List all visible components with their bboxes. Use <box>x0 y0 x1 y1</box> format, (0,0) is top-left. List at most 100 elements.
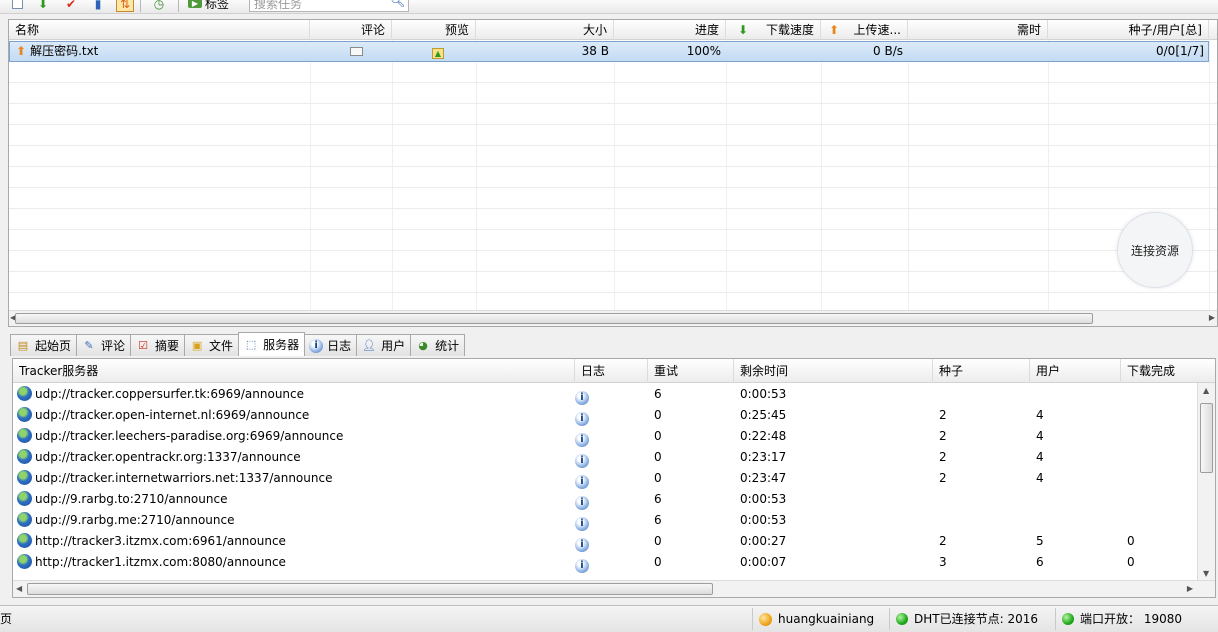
empty-row <box>9 104 1217 125</box>
tracker-row[interactable]: udp://tracker.coppersurfer.tk:6969/annou… <box>13 384 1197 405</box>
copy-icon[interactable]: ▮ <box>89 0 107 12</box>
tracker-row[interactable]: udp://tracker.open-internet.nl:6969/anno… <box>13 405 1197 426</box>
column-header-seeds-peers[interactable]: 种子/用户[总] <box>1048 20 1209 40</box>
column-header-progress[interactable]: 进度 <box>614 20 726 40</box>
tracker-horizontal-scrollbar[interactable]: ◀ ▶ <box>13 580 1215 597</box>
tracker-retry: 6 <box>654 513 662 527</box>
new-task-icon[interactable] <box>8 0 26 12</box>
status-user[interactable]: huangkuainiang <box>752 608 888 630</box>
toolbar-separator <box>178 0 179 12</box>
column-header-preview[interactable]: 预览 <box>392 20 476 40</box>
log-info-icon[interactable]: i <box>569 489 589 510</box>
tracker-retry: 0 <box>654 450 662 464</box>
scroll-thumb[interactable] <box>1200 403 1213 473</box>
scroll-right-icon[interactable]: ▶ <box>1187 584 1193 593</box>
tracker-row[interactable]: udp://tracker.leechers-paradise.org:6969… <box>13 426 1197 447</box>
search-icon[interactable]: 🔍︎ <box>390 0 405 8</box>
tracker-completed <box>1121 468 1127 489</box>
log-info-icon[interactable]: i <box>569 384 589 405</box>
preview-icon[interactable]: ▲ <box>426 42 450 61</box>
empty-row <box>9 272 1217 293</box>
scroll-down-icon[interactable]: ▼ <box>1203 569 1209 578</box>
comment-icon[interactable] <box>344 42 369 61</box>
column-header-seeds[interactable]: 种子 <box>933 359 1030 383</box>
tab-users[interactable]: 👤︎ 用户 <box>356 334 412 356</box>
column-header-name[interactable]: 名称 <box>9 20 310 40</box>
tab-servers[interactable]: ⬚ 服务器 <box>238 332 306 356</box>
tab-start-page[interactable]: ▤ 起始页 <box>10 334 78 356</box>
tracker-seeds <box>933 489 939 510</box>
log-info-icon: i <box>309 338 324 353</box>
tab-summary[interactable]: ☑ 摘要 <box>130 334 186 356</box>
task-list: 名称 评论 预览 大小 进度 ⬇ 下载速度 ⬆ 上传速... 需时 种子/用户[总]… <box>8 19 1218 327</box>
column-header-log[interactable]: 日志 <box>575 359 648 383</box>
log-info-icon[interactable]: i <box>569 552 589 573</box>
task-list-header: 名称 评论 预览 大小 进度 ⬇ 下载速度 ⬆ 上传速... 需时 种子/用户[总] <box>9 20 1217 40</box>
speed-limit-icon[interactable]: ◷ <box>150 0 168 12</box>
tracker-row[interactable]: udp://9.rarbg.to:2710/announce i 6 0:00:… <box>13 489 1197 510</box>
log-info-icon[interactable]: i <box>569 531 589 552</box>
column-header-peers[interactable]: 用户 <box>1030 359 1121 383</box>
column-header-time-left[interactable]: 需时 <box>908 20 1048 40</box>
tracker-row[interactable]: udp://tracker.internetwarriors.net:1337/… <box>13 468 1197 489</box>
tab-statistics[interactable]: ◕ 统计 <box>410 334 466 356</box>
tab-log[interactable]: i 日志 <box>304 334 358 356</box>
tracker-row[interactable]: http://tracker1.itzmx.com:8080/announce … <box>13 552 1197 573</box>
tracker-peers: 4 <box>1036 450 1044 464</box>
tracker-completed <box>1121 426 1127 447</box>
tracker-seeds: 2 <box>939 408 947 422</box>
tag-button[interactable]: ▶ 标签 <box>188 0 229 11</box>
column-header-tracker[interactable]: Tracker服务器 <box>13 359 575 383</box>
scroll-thumb[interactable] <box>27 583 713 595</box>
tracker-remaining: 0:00:53 <box>740 492 787 506</box>
tracker-row[interactable]: udp://tracker.opentrackr.org:1337/announ… <box>13 447 1197 468</box>
detail-tabs: ▤ 起始页 ✎ 评论 ☑ 摘要 ▣ 文件 ⬚ 服务器 i 日志 👤︎ 用户 ◕ 统计 <box>10 332 466 356</box>
task-horizontal-scrollbar[interactable]: ◀ ▶ <box>9 310 1217 326</box>
tracker-completed <box>1121 447 1127 468</box>
globe-icon <box>17 554 32 569</box>
task-size: 38 B <box>581 44 609 58</box>
upload-toggle-icon[interactable]: ⇅ <box>116 0 134 12</box>
column-header-completed[interactable]: 下载完成 <box>1121 359 1215 383</box>
check-icon[interactable]: ✔ <box>62 0 80 12</box>
column-header-download-speed[interactable]: ⬇ 下载速度 <box>726 20 821 40</box>
scroll-left-icon[interactable]: ◀ <box>16 584 22 593</box>
empty-row <box>9 83 1217 104</box>
log-info-icon[interactable]: i <box>569 468 589 489</box>
log-info-icon[interactable]: i <box>569 447 589 468</box>
log-info-icon[interactable]: i <box>569 426 589 447</box>
column-header-retry[interactable]: 重试 <box>648 359 734 383</box>
tracker-url-cell: http://tracker1.itzmx.com:8080/announce <box>13 552 286 573</box>
scroll-thumb[interactable] <box>15 313 1093 324</box>
scroll-up-icon[interactable]: ▲ <box>1203 386 1209 395</box>
column-header-comment[interactable]: 评论 <box>310 20 392 40</box>
tracker-remaining: 0:25:45 <box>740 408 787 422</box>
scroll-right-icon[interactable]: ▶ <box>1209 313 1215 322</box>
tracker-completed <box>1121 405 1127 426</box>
column-header-size[interactable]: 大小 <box>476 20 614 40</box>
tracker-list: Tracker服务器 日志 重试 剩余时间 种子 用户 下载完成 udp://t… <box>12 358 1216 598</box>
tab-comments[interactable]: ✎ 评论 <box>76 334 132 356</box>
column-header-remaining[interactable]: 剩余时间 <box>734 359 933 383</box>
port-status-icon <box>1062 613 1074 625</box>
tracker-retry: 0 <box>654 408 662 422</box>
column-header-upload-speed[interactable]: ⬆ 上传速... <box>821 20 908 40</box>
tracker-seeds <box>933 384 939 405</box>
start-download-icon[interactable]: ⬇ <box>34 0 52 12</box>
task-row[interactable]: ⬆ 解压密码.txt ▲ 38 B 100% 0 B/s 0/0[1/7] <box>9 41 1209 62</box>
empty-row <box>9 125 1217 146</box>
statistics-icon: ◕ <box>418 339 428 352</box>
tracker-row[interactable]: udp://9.rarbg.me:2710/announce i 6 0:00:… <box>13 510 1197 531</box>
tracker-vertical-scrollbar[interactable]: ▲ ▼ <box>1197 383 1215 581</box>
tracker-completed <box>1121 510 1127 531</box>
tab-files[interactable]: ▣ 文件 <box>184 334 240 356</box>
tracker-peers <box>1030 510 1036 531</box>
tracker-url-cell: udp://tracker.open-internet.nl:6969/anno… <box>13 405 309 426</box>
tracker-row[interactable]: http://tracker3.itzmx.com:6961/announce … <box>13 531 1197 552</box>
empty-row <box>9 230 1217 251</box>
connect-resources-button[interactable]: 连接资源 <box>1117 212 1193 288</box>
tracker-completed <box>1121 384 1127 405</box>
search-input[interactable]: 搜索任务 <box>249 0 409 12</box>
log-info-icon[interactable]: i <box>569 405 589 426</box>
log-info-icon[interactable]: i <box>569 510 589 531</box>
